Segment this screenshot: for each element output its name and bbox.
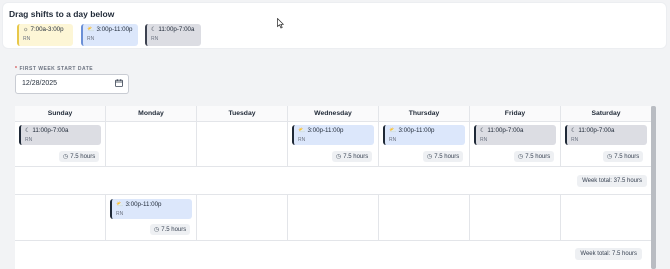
shift-role: RN <box>87 36 95 42</box>
clock-icon: ◷ <box>607 154 613 160</box>
day-header-saturday: Saturday <box>561 106 652 122</box>
sunset-icon: ⛅ <box>87 26 95 33</box>
moon-icon: ☾ <box>151 26 157 33</box>
scheduled-shift[interactable]: ⛅ 3:00p-11:00p RN <box>110 199 192 219</box>
shift-scheduler: Drag shifts to a day below ☼ 7:00a-3:00p … <box>0 0 670 269</box>
palette-shift-day[interactable]: ☼ 7:00a-3:00p RN <box>17 24 73 46</box>
week2-saturday-cell[interactable] <box>561 195 652 241</box>
shift-hours-badge: ◷ 7.5 hours <box>59 151 100 162</box>
shift-hours-badge: ◷ 7.5 hours <box>603 151 644 162</box>
week-total-badge: Week total: 7.5 hours <box>575 248 642 260</box>
sun-icon: ☼ <box>23 26 29 33</box>
shift-hours-badge: ◷ 7.5 hours <box>332 151 373 162</box>
clock-icon: ◷ <box>336 154 342 160</box>
shift-role: RN <box>151 36 159 42</box>
shift-role: RN <box>23 36 31 42</box>
shift-hours-badge: ◷ 7.5 hours <box>514 151 555 162</box>
shift-palette: Drag shifts to a day below ☼ 7:00a-3:00p … <box>2 2 667 49</box>
mouse-cursor-icon <box>277 18 284 29</box>
week1-tuesday-cell[interactable] <box>197 122 288 167</box>
clock-icon: ◷ <box>427 154 433 160</box>
week1-monday-cell[interactable] <box>106 122 197 167</box>
moon-icon: ☾ <box>571 127 577 134</box>
week1-thursday-cell[interactable]: ⛅ 3:00p-11:00p RN ◷ 7.5 hours <box>379 122 470 167</box>
day-header-thursday: Thursday <box>379 106 470 122</box>
sunset-icon: ⛅ <box>116 201 124 208</box>
day-header-friday: Friday <box>470 106 561 122</box>
calendar-scrollbar[interactable] <box>651 106 656 269</box>
week2-wednesday-cell[interactable] <box>288 195 379 241</box>
moon-icon: ☾ <box>25 127 31 134</box>
week2-monday-cell[interactable]: ⛅ 3:00p-11:00p RN ◷ 7.5 hours <box>106 195 197 241</box>
start-date-input[interactable]: 12/28/2025 <box>15 74 129 94</box>
palette-shift-night[interactable]: ☾ 11:00p-7:00a RN <box>145 24 201 46</box>
clock-icon: ◷ <box>154 227 160 233</box>
day-header-sunday: Sunday <box>15 106 106 122</box>
shift-hours-badge: ◷ 7.5 hours <box>150 224 191 235</box>
shift-time: 7:00a-3:00p <box>30 26 64 33</box>
week2-summary-row: Week total: 7.5 hours <box>15 241 652 269</box>
week2-friday-cell[interactable] <box>470 195 561 241</box>
week-total-badge: Week total: 37.5 hours <box>577 175 647 187</box>
week2-tuesday-cell[interactable] <box>197 195 288 241</box>
clock-icon: ◷ <box>63 154 69 160</box>
shift-hours-badge: ◷ 7.5 hours <box>423 151 464 162</box>
palette-title: Drag shifts to a day below <box>9 9 115 19</box>
sunset-icon: ⛅ <box>298 127 306 134</box>
day-header-monday: Monday <box>106 106 197 122</box>
moon-icon: ☾ <box>480 127 486 134</box>
week1-saturday-cell[interactable]: ☾ 11:00p-7:00a RN ◷ 7.5 hours <box>561 122 652 167</box>
date-field-label: * FIRST WEEK START DATE <box>15 66 94 72</box>
scheduled-shift[interactable]: ☾ 11:00p-7:00a RN <box>19 125 101 145</box>
clock-icon: ◷ <box>518 154 524 160</box>
scheduled-shift[interactable]: ⛅ 3:00p-11:00p RN <box>292 125 374 145</box>
week1-wednesday-cell[interactable]: ⛅ 3:00p-11:00p RN ◷ 7.5 hours <box>288 122 379 167</box>
week1-summary-row: Week total: 37.5 hours <box>15 167 652 195</box>
week2-thursday-cell[interactable] <box>379 195 470 241</box>
shift-time: 3:00p-11:00p <box>96 26 133 33</box>
week1-friday-cell[interactable]: ☾ 11:00p-7:00a RN ◷ 7.5 hours <box>470 122 561 167</box>
day-header-wednesday: Wednesday <box>288 106 379 122</box>
schedule-calendar: Sunday Monday Tuesday Wednesday Thursday… <box>15 106 652 269</box>
scheduled-shift[interactable]: ☾ 11:00p-7:00a RN <box>474 125 556 145</box>
palette-shift-evening[interactable]: ⛅ 3:00p-11:00p RN <box>81 24 138 46</box>
week1-sunday-cell[interactable]: ☾ 11:00p-7:00a RN ◷ 7.5 hours <box>15 122 106 167</box>
calendar-icon[interactable] <box>115 79 123 87</box>
scheduled-shift[interactable]: ⛅ 3:00p-11:00p RN <box>383 125 465 145</box>
shift-time: 11:00p-7:00a <box>158 26 195 33</box>
week2-sunday-cell[interactable] <box>15 195 106 241</box>
day-header-tuesday: Tuesday <box>197 106 288 122</box>
sunset-icon: ⛅ <box>389 127 397 134</box>
scheduled-shift[interactable]: ☾ 11:00p-7:00a RN <box>565 125 647 145</box>
